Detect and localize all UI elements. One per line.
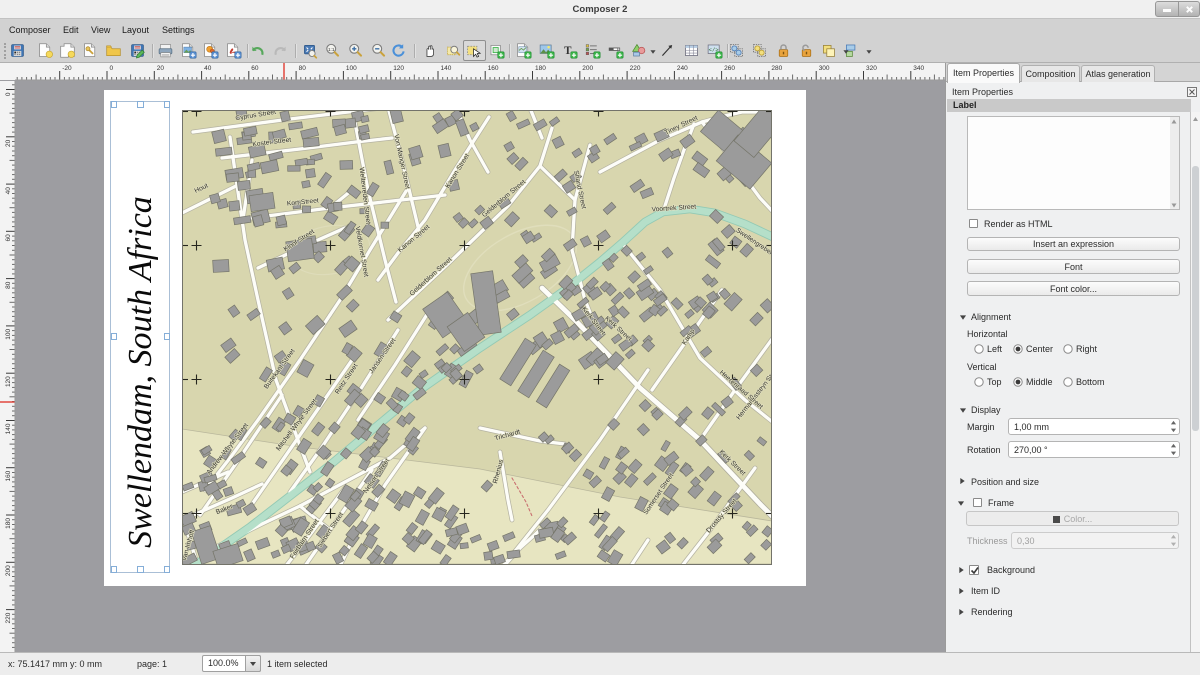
svg-text:40: 40	[5, 187, 12, 195]
svg-text:60: 60	[5, 234, 12, 242]
svg-text:140: 140	[441, 65, 452, 72]
svg-text:300: 300	[819, 65, 830, 72]
svg-text:20: 20	[5, 139, 12, 147]
svg-text:60: 60	[251, 65, 259, 72]
svg-text:280: 280	[771, 65, 782, 72]
svg-text:180: 180	[535, 65, 546, 72]
svg-text:120: 120	[5, 376, 12, 387]
svg-text:180: 180	[5, 518, 12, 529]
svg-text:100: 100	[5, 329, 12, 340]
svg-text:0: 0	[5, 92, 12, 96]
svg-text:-20: -20	[62, 65, 72, 72]
svg-text:40: 40	[204, 65, 212, 72]
svg-text:240: 240	[677, 65, 688, 72]
svg-text:160: 160	[5, 470, 12, 481]
svg-text:120: 120	[393, 65, 404, 72]
svg-text:0: 0	[110, 65, 114, 72]
svg-text:220: 220	[5, 612, 12, 623]
svg-text:340: 340	[913, 65, 924, 72]
svg-text:140: 140	[5, 423, 12, 434]
svg-text:80: 80	[299, 65, 307, 72]
svg-text:100: 100	[346, 65, 357, 72]
svg-text:200: 200	[582, 65, 593, 72]
svg-text:160: 160	[488, 65, 499, 72]
svg-text:220: 220	[630, 65, 641, 72]
svg-text:200: 200	[5, 565, 12, 576]
svg-text:260: 260	[724, 65, 735, 72]
svg-text:320: 320	[866, 65, 877, 72]
svg-text:80: 80	[5, 281, 12, 289]
svg-text:20: 20	[157, 65, 165, 72]
